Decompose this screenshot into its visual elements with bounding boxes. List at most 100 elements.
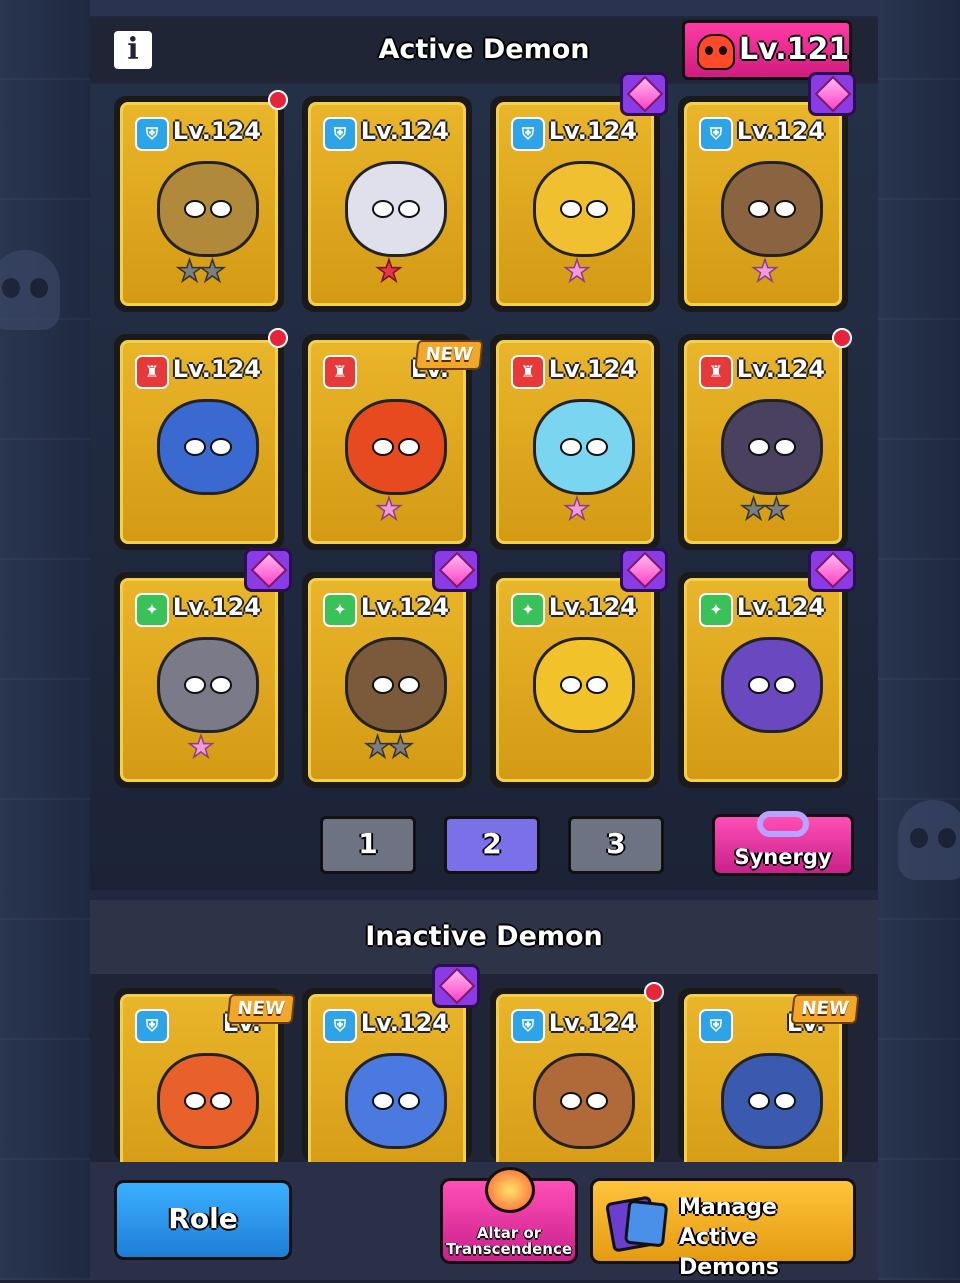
role-glyph: ⛨ (145, 1016, 158, 1035)
demon-card-face: ✦ Lv.124 (684, 578, 842, 782)
altar-label: Altar or Transcendence (445, 1224, 573, 1258)
demon-card-face: ✦ Lv.124 ★★ (308, 578, 466, 782)
bottom-action-bar: Role Altar or Transcendence Manage Activ… (90, 1162, 878, 1280)
demon-level: Lv.124 (736, 117, 825, 145)
role-red-icon: ♜ (135, 355, 169, 389)
active-demon-header: i Active Demon Lv.121 (90, 18, 878, 82)
role-blue-icon: ⛨ (323, 117, 357, 151)
demon-card-face: ⛨ Lv.124 ★ (496, 102, 654, 306)
gem-icon (620, 548, 668, 592)
demon-card-face: ⛨ Lv.124 ★ (308, 102, 466, 306)
notification-dot (268, 90, 288, 110)
star-rating: ★ (187, 730, 215, 765)
demon-card-face: ♜ Lv.124 ★ (496, 340, 654, 544)
role-glyph: ✦ (709, 600, 723, 619)
role-button[interactable]: Role (114, 1180, 292, 1260)
role-glyph: ⛨ (521, 1016, 534, 1035)
demon-card[interactable]: ⛨ Lv.124 (302, 964, 480, 1192)
star-rating: ★★ (175, 254, 226, 289)
page-1-button[interactable]: 1 (320, 816, 416, 874)
demon-portrait-icon (533, 399, 635, 495)
demon-card[interactable]: ⛨Lv.NEW (678, 988, 860, 1192)
demon-card-face: ⛨ Lv.124 ★ (684, 102, 842, 306)
chain-link-icon (757, 811, 809, 837)
notification-dot (644, 982, 664, 1002)
role-glyph: ⛨ (709, 124, 722, 143)
role-glyph: ✦ (521, 600, 535, 619)
demon-level: Lv.124 (736, 593, 825, 621)
demon-card[interactable]: ✦ Lv.124 (678, 548, 856, 788)
role-glyph: ♜ (520, 362, 536, 381)
demon-card-face: ♜Lv.★ (308, 340, 466, 544)
demon-level: Lv.124 (172, 593, 261, 621)
role-green-icon: ✦ (323, 593, 357, 627)
star-rating: ★ (375, 492, 403, 527)
top-strip (90, 0, 878, 16)
demon-card[interactable]: ✦ Lv.124 ★★ (302, 548, 480, 788)
role-blue-icon: ⛨ (135, 1009, 169, 1043)
gem-icon (620, 72, 668, 116)
role-blue-icon: ⛨ (323, 1009, 357, 1043)
gem-icon (808, 548, 856, 592)
demon-portrait-icon (721, 399, 823, 495)
altar-transcendence-button[interactable]: Altar or Transcendence (440, 1167, 578, 1264)
new-badge: NEW (790, 994, 860, 1024)
role-red-icon: ♜ (511, 355, 545, 389)
manage-active-demons-button[interactable]: Manage Active Demons (590, 1178, 856, 1280)
role-blue-icon: ⛨ (511, 1009, 545, 1043)
demon-card-face: ⛨ Lv.124 ★★ (120, 102, 278, 306)
demon-portrait-icon (533, 1053, 635, 1149)
demon-portrait-icon (721, 161, 823, 257)
role-glyph: ⛨ (145, 124, 158, 143)
demon-portrait-icon (533, 637, 635, 733)
demon-card[interactable]: ✦ Lv.124 (490, 548, 668, 788)
page-3-button[interactable]: 3 (568, 816, 664, 874)
demon-card[interactable]: ⛨ Lv.124 ★ (678, 72, 856, 312)
altar-orb-icon (485, 1167, 535, 1213)
demon-portrait-icon (345, 637, 447, 733)
manage-label-line2: Active Demons (679, 1225, 779, 1280)
role-glyph: ⛨ (521, 124, 534, 143)
demon-card[interactable]: ⛨ Lv.124 (490, 982, 664, 1192)
demon-card-face: ♜ Lv.124 ★★ (684, 340, 842, 544)
demon-level: Lv.124 (172, 117, 261, 145)
role-green-icon: ✦ (511, 593, 545, 627)
demon-card[interactable]: ⛨ Lv.124 ★ (302, 96, 472, 312)
gem-icon (244, 548, 292, 592)
star-rating: ★ (563, 254, 591, 289)
demon-card[interactable]: ♜Lv.★NEW (302, 334, 484, 550)
demon-level: Lv.124 (548, 355, 637, 383)
star-rating: ★ (563, 492, 591, 527)
demon-level: Lv.124 (360, 117, 449, 145)
notification-dot (268, 328, 288, 348)
new-badge: NEW (414, 340, 484, 370)
demon-card[interactable]: ♜ Lv.124 ★ (490, 334, 660, 550)
demon-card[interactable]: ✦ Lv.124 ★ (114, 548, 292, 788)
manage-label-line1: Manage (679, 1195, 777, 1220)
demon-card[interactable]: ⛨Lv.NEW (114, 988, 296, 1192)
demon-level: Lv.124 (548, 117, 637, 145)
demon-level: Lv.124 (360, 1009, 449, 1037)
role-red-icon: ♜ (323, 355, 357, 389)
page-2-button[interactable]: 2 (444, 816, 540, 874)
star-rating: ★★ (739, 492, 790, 527)
demon-card-face: ♜ Lv.124 (120, 340, 278, 544)
gem-icon (432, 548, 480, 592)
skull-decoration-icon (898, 800, 960, 880)
role-red-icon: ♜ (699, 355, 733, 389)
role-glyph: ⛨ (333, 1016, 346, 1035)
star-rating: ★ (375, 254, 403, 289)
demon-portrait-icon (721, 637, 823, 733)
demon-card[interactable]: ♜ Lv.124 (114, 328, 288, 550)
player-level-badge[interactable]: Lv.121 (682, 20, 852, 80)
demon-card[interactable]: ⛨ Lv.124 ★★ (114, 90, 288, 312)
demon-card[interactable]: ♜ Lv.124 ★★ (678, 328, 852, 550)
demon-card[interactable]: ⛨ Lv.124 ★ (490, 72, 668, 312)
demon-portrait-icon (157, 637, 259, 733)
gem-icon (808, 72, 856, 116)
inactive-demon-title: Inactive Demon (365, 921, 603, 952)
demon-level: Lv.124 (360, 593, 449, 621)
player-level: Lv.121 (739, 32, 850, 67)
demon-level: Lv.124 (548, 1009, 637, 1037)
synergy-button[interactable]: Synergy (712, 811, 854, 876)
